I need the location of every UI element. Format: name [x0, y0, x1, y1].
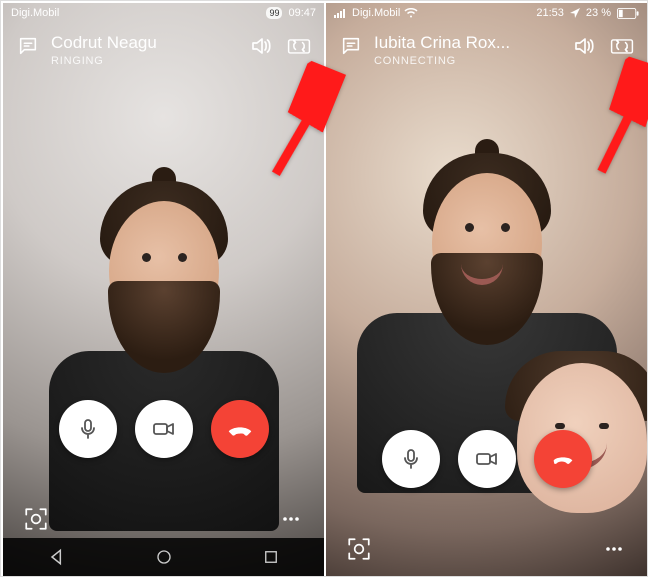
battery-text: 23 % — [586, 7, 611, 19]
battery-badge: 99 — [266, 7, 282, 19]
mute-button[interactable] — [59, 400, 117, 458]
phone-android: Digi.Mobil 99 09:47 Codrut Neagu RINGING — [3, 3, 324, 576]
nav-recent-button[interactable] — [262, 548, 280, 566]
battery-icon — [617, 8, 639, 19]
contact-name: Iubita Crina Rox... — [374, 33, 561, 53]
carrier-label: Digi.Mobil — [11, 7, 59, 19]
status-bar: Digi.Mobil 21:53 23 % — [326, 3, 647, 23]
video-toggle-button[interactable] — [135, 400, 193, 458]
carrier-label: Digi.Mobil — [352, 7, 400, 19]
self-view-portrait — [377, 103, 597, 443]
nav-back-button[interactable] — [47, 547, 67, 567]
call-controls — [3, 400, 324, 534]
contact-name: Codrut Neagu — [51, 33, 238, 53]
reaction-button[interactable] — [344, 534, 374, 564]
call-header: Codrut Neagu RINGING — [3, 25, 324, 75]
contact-block: Iubita Crina Rox... CONNECTING — [374, 33, 561, 67]
status-bar: Digi.Mobil 99 09:47 — [3, 3, 324, 23]
more-button[interactable] — [276, 504, 306, 534]
contact-block: Codrut Neagu RINGING — [51, 33, 238, 67]
speaker-icon[interactable] — [571, 33, 597, 59]
call-controls — [326, 430, 647, 564]
signal-icon — [334, 8, 348, 18]
hangup-button[interactable] — [534, 430, 592, 488]
call-status: RINGING — [51, 55, 238, 67]
speaker-icon[interactable] — [248, 33, 274, 59]
time-label: 21:53 — [536, 7, 564, 19]
wifi-icon — [404, 8, 418, 18]
call-status: CONNECTING — [374, 55, 561, 67]
android-nav-bar — [3, 538, 324, 576]
call-header: Iubita Crina Rox... CONNECTING — [326, 25, 647, 75]
phone-comparison: Digi.Mobil 99 09:47 Codrut Neagu RINGING — [1, 1, 648, 578]
mute-button[interactable] — [382, 430, 440, 488]
chat-icon[interactable] — [15, 33, 41, 59]
reaction-button[interactable] — [21, 504, 51, 534]
nav-home-button[interactable] — [155, 548, 173, 566]
phone-ios: Digi.Mobil 21:53 23 % Iubita Crina Rox..… — [326, 3, 647, 576]
video-toggle-button[interactable] — [458, 430, 516, 488]
more-button[interactable] — [599, 534, 629, 564]
hangup-button[interactable] — [211, 400, 269, 458]
switch-camera-icon[interactable] — [286, 33, 312, 59]
time-label: 09:47 — [288, 7, 316, 19]
chat-icon[interactable] — [338, 33, 364, 59]
switch-camera-icon[interactable] — [609, 33, 635, 59]
location-icon — [570, 8, 580, 18]
